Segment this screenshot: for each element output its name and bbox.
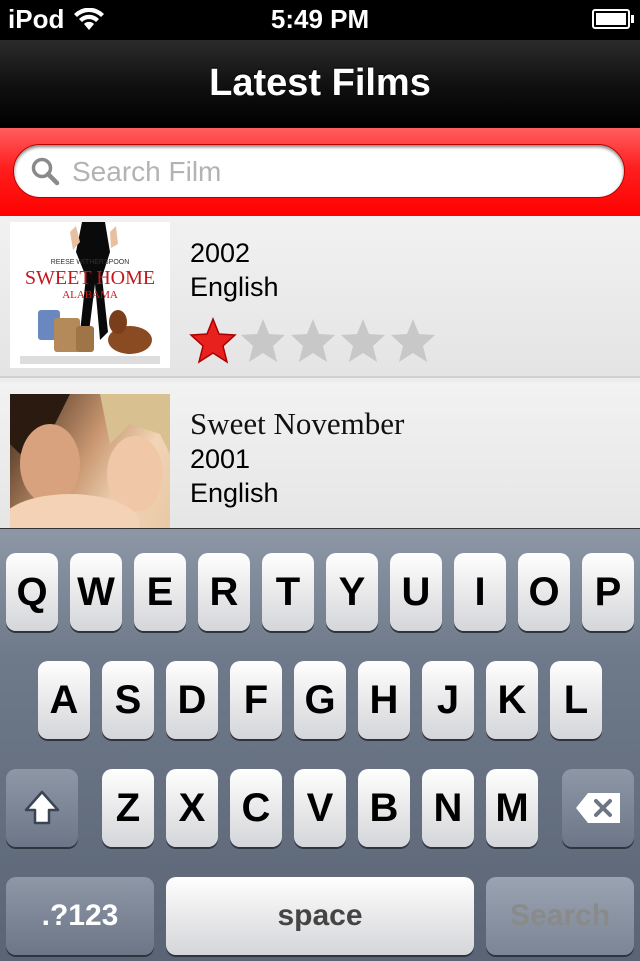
- film-poster-sweet-november: [10, 394, 170, 528]
- shift-arrow-icon: [24, 790, 60, 825]
- poster-subtitle: ALABAMA: [62, 289, 118, 301]
- search-input[interactable]: [70, 151, 614, 193]
- key-s[interactable]: S: [102, 661, 154, 739]
- key-h[interactable]: H: [358, 661, 410, 739]
- key-d[interactable]: D: [166, 661, 218, 739]
- key-a[interactable]: A: [38, 661, 90, 739]
- status-bar: iPod 5:49 PM: [0, 0, 640, 40]
- key-j[interactable]: J: [422, 661, 474, 739]
- film-title: Sweet November: [190, 406, 405, 441]
- poster-title: SWEET HOME: [25, 267, 155, 289]
- key-y[interactable]: Y: [326, 553, 378, 631]
- key-r[interactable]: R: [198, 553, 250, 631]
- key-i[interactable]: I: [454, 553, 506, 631]
- numbers-key[interactable]: .?123: [6, 877, 154, 955]
- film-row[interactable]: REESE WITHERSPOON SWEET HOME ALABAMA 200…: [0, 216, 640, 378]
- key-x[interactable]: X: [166, 769, 218, 847]
- search-bar: [0, 128, 640, 216]
- search-field[interactable]: [13, 144, 625, 198]
- key-b[interactable]: B: [358, 769, 410, 847]
- key-f[interactable]: F: [230, 661, 282, 739]
- film-year: 2001: [190, 444, 251, 474]
- status-time: 5:49 PM: [270, 4, 370, 34]
- rating-stars[interactable]: [188, 316, 438, 366]
- search-icon: [31, 157, 60, 186]
- key-e[interactable]: E: [134, 553, 186, 631]
- star-empty-icon[interactable]: [238, 316, 288, 366]
- navigation-bar: Latest Films: [0, 40, 640, 129]
- key-n[interactable]: N: [422, 769, 474, 847]
- star-filled-icon[interactable]: [188, 316, 238, 366]
- key-z[interactable]: Z: [102, 769, 154, 847]
- film-language: English: [190, 478, 279, 508]
- film-list[interactable]: REESE WITHERSPOON SWEET HOME ALABAMA 200…: [0, 216, 640, 528]
- key-v[interactable]: V: [294, 769, 346, 847]
- key-l[interactable]: L: [550, 661, 602, 739]
- battery-icon: [592, 9, 634, 29]
- key-c[interactable]: C: [230, 769, 282, 847]
- key-q[interactable]: Q: [6, 553, 58, 631]
- shift-key[interactable]: [6, 769, 78, 847]
- star-empty-icon[interactable]: [388, 316, 438, 366]
- backspace-key[interactable]: [562, 769, 634, 847]
- page-title: Latest Films: [209, 62, 431, 104]
- key-g[interactable]: G: [294, 661, 346, 739]
- star-empty-icon[interactable]: [338, 316, 388, 366]
- key-o[interactable]: O: [518, 553, 570, 631]
- star-empty-icon[interactable]: [288, 316, 338, 366]
- key-m[interactable]: M: [486, 769, 538, 847]
- film-language: English: [190, 272, 279, 302]
- search-key[interactable]: Search: [486, 877, 634, 955]
- key-w[interactable]: W: [70, 553, 122, 631]
- film-poster-sweet-home-alabama: REESE WITHERSPOON SWEET HOME ALABAMA: [10, 222, 170, 368]
- key-p[interactable]: P: [582, 553, 634, 631]
- backspace-icon: [576, 793, 620, 823]
- key-u[interactable]: U: [390, 553, 442, 631]
- film-row[interactable]: Sweet November 2001 English: [0, 382, 640, 528]
- key-k[interactable]: K: [486, 661, 538, 739]
- film-year: 2002: [190, 238, 251, 268]
- space-key[interactable]: space: [166, 877, 474, 955]
- poster-tagline: REESE WITHERSPOON: [51, 259, 130, 266]
- key-t[interactable]: T: [262, 553, 314, 631]
- on-screen-keyboard: Q W E R T Y U I O P A S D F G H J K L Z …: [0, 528, 640, 961]
